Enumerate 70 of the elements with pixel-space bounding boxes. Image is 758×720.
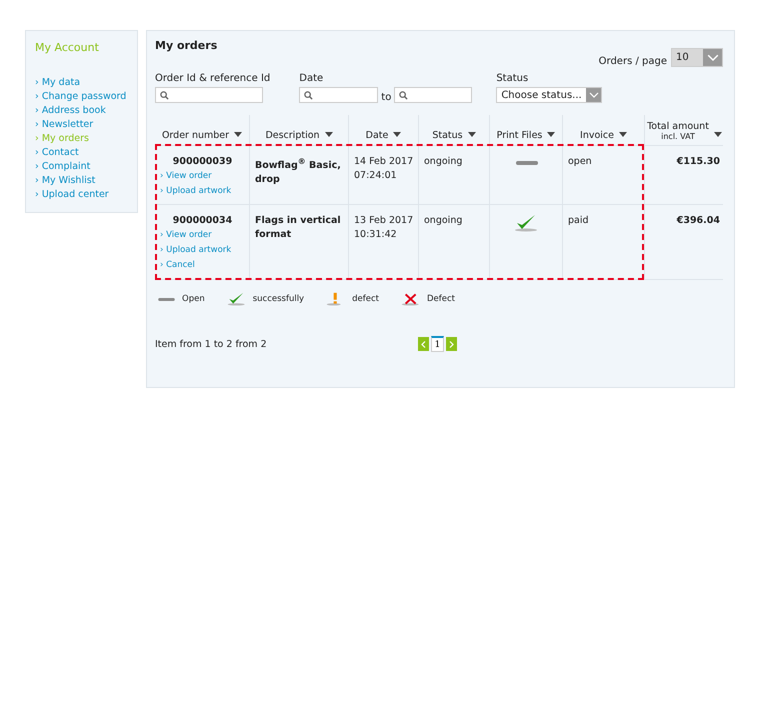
invoice-status: open: [568, 155, 592, 169]
status-select[interactable]: Choose status...: [496, 87, 602, 103]
order-link[interactable]: › Cancel: [160, 258, 195, 273]
sort-icon[interactable]: [468, 132, 476, 137]
chevron-left-icon: [421, 340, 426, 348]
sidebar-link[interactable]: › Complaint: [35, 160, 128, 174]
chevron-right-icon: [449, 340, 454, 348]
search-icon: [399, 90, 408, 100]
sort-icon[interactable]: [618, 132, 627, 137]
order-description: Bowflag$^{®}$ Basic, drop: [255, 156, 342, 188]
sidebar-link[interactable]: › Address book: [35, 104, 128, 118]
order-total: €115.30: [676, 155, 720, 169]
order-link[interactable]: › Upload artwork: [160, 184, 232, 199]
chevron-down-icon: [706, 54, 718, 62]
order-time: 10:31:42: [354, 228, 397, 242]
checkmark-icon: [226, 292, 247, 306]
order-date: 14 Feb 2017: [354, 155, 414, 169]
sidebar-link[interactable]: › Contact: [35, 146, 128, 160]
order-status: ongoing: [424, 214, 462, 228]
sidebar-link[interactable]: › Upload center: [35, 188, 128, 202]
sidebar-link[interactable]: › Newsletter: [35, 118, 128, 132]
order-total: €396.04: [676, 214, 720, 228]
chevron-down-icon: [588, 92, 599, 98]
invoice-status: paid: [568, 214, 589, 228]
legend-label: successfully: [252, 294, 304, 304]
cross-icon: [400, 292, 421, 306]
sidebar-title: My Account: [35, 41, 100, 54]
page-button[interactable]: 1: [431, 336, 444, 352]
column-header[interactable]: Print Files: [496, 130, 542, 141]
sort-icon[interactable]: [393, 132, 402, 137]
sidebar-link[interactable]: › My Wishlist: [35, 174, 128, 188]
order-link[interactable]: › Upload artwork: [160, 243, 232, 258]
per-page-select[interactable]: 10: [671, 48, 723, 67]
range-separator: to: [381, 92, 392, 103]
sidebar-link[interactable]: › My orders: [35, 132, 128, 146]
field-label: Status: [496, 73, 530, 84]
order-number: 900000034: [172, 214, 232, 228]
search-field[interactable]: [155, 87, 263, 103]
column-header[interactable]: Order number: [162, 130, 230, 141]
column-header[interactable]: Invoice: [580, 130, 614, 141]
legend-label: Defect: [426, 294, 455, 304]
per-page-label: Orders / page: [598, 56, 667, 67]
sort-icon[interactable]: [714, 132, 722, 137]
order-date: 13 Feb 2017: [354, 214, 414, 228]
column-header[interactable]: Status: [432, 130, 463, 141]
page-title: My orders: [155, 39, 218, 52]
column-header[interactable]: Description: [265, 130, 320, 141]
sort-icon[interactable]: [547, 132, 556, 137]
order-number: 900000039: [172, 155, 232, 169]
date-field[interactable]: [394, 87, 472, 103]
order-link[interactable]: › View order: [160, 169, 212, 184]
legend-label: Open: [182, 294, 205, 304]
search-icon: [304, 90, 314, 100]
date-field[interactable]: [299, 87, 378, 103]
sort-icon[interactable]: [324, 132, 333, 137]
order-time: 07:24:01: [354, 169, 397, 183]
column-header[interactable]: Total amount incl. VAT: [647, 121, 709, 141]
legend-label: defect: [352, 294, 379, 304]
dash-icon: [158, 298, 175, 300]
field-label: Order Id & reference Id: [155, 73, 270, 84]
column-header[interactable]: Date: [366, 130, 388, 141]
sidebar-link[interactable]: › Change password: [35, 90, 128, 104]
field-label: Date: [299, 73, 324, 84]
order-status: ongoing: [424, 155, 462, 169]
results-summary: Item from 1 to 2 from 2: [155, 338, 268, 350]
search-icon: [160, 90, 169, 100]
sidebar-link[interactable]: › My data: [35, 76, 128, 90]
order-description: Flags in vertical format: [255, 214, 342, 242]
sort-icon[interactable]: [234, 132, 242, 137]
order-link[interactable]: › View order: [160, 228, 212, 243]
